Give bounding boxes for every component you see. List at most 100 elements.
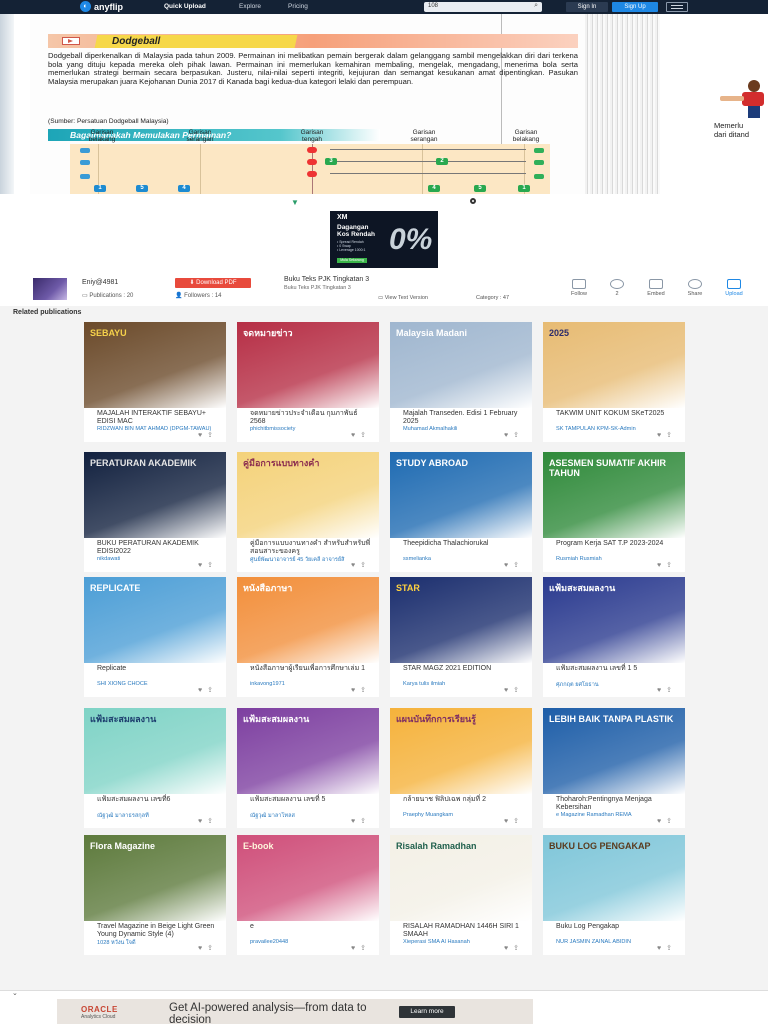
share-icon[interactable]: ⇪ bbox=[513, 818, 524, 825]
search-input[interactable]: 108 ⌕ bbox=[424, 2, 542, 12]
sign-in-button[interactable]: Sign In bbox=[566, 2, 608, 12]
like-icon[interactable]: ♥ bbox=[657, 945, 666, 952]
download-pdf-button[interactable]: ⬇ Download PDF bbox=[175, 278, 251, 288]
publication-card[interactable]: SEBAYU MAJALAH INTERAKTIF SEBAYU+ EDISI M… bbox=[84, 322, 226, 442]
publication-card[interactable]: BUKU LOG PENGAKAP Buku Log Pengakap NUR JA… bbox=[543, 835, 685, 955]
publication-card[interactable]: ASESMEN SUMATIF AKHIR TAHUN Program Kerja… bbox=[543, 452, 685, 572]
publication-cover[interactable]: แฟ้มสะสมผลงาน bbox=[84, 708, 226, 794]
publication-cover[interactable]: LEBIH BAIK TANPA PLASTIK bbox=[543, 708, 685, 794]
like-icon[interactable]: ♥ bbox=[504, 432, 513, 439]
publication-card[interactable]: Risalah Ramadhan RISALAH RAMADHAN 1446H S… bbox=[390, 835, 532, 955]
publication-cover[interactable]: Risalah Ramadhan bbox=[390, 835, 532, 921]
publication-title[interactable]: STAR MAGZ 2021 EDITION bbox=[403, 665, 525, 673]
publication-title[interactable]: Theepidicha Thalachiorukal bbox=[403, 540, 525, 548]
share-icon[interactable]: ⇪ bbox=[207, 432, 218, 439]
search-icon[interactable]: ⌕ bbox=[534, 2, 538, 10]
publication-card[interactable]: แฟ้มสะสมผลงาน แฟ้มสะสมผลงาน เลขที่ 1 5 ศุภ… bbox=[543, 577, 685, 697]
share-icon[interactable]: ⇪ bbox=[207, 945, 218, 952]
publication-card[interactable]: หนังสือภาษา หนังสือภาษาผู้เรียนเพื่อการศึ… bbox=[237, 577, 379, 697]
share-icon[interactable]: ⇪ bbox=[666, 432, 677, 439]
like-icon[interactable]: ♥ bbox=[657, 562, 666, 569]
ad-cta-button[interactable]: Mula Sekarang bbox=[337, 258, 367, 263]
publication-cover[interactable]: PERATURAN AKADEMIK bbox=[84, 452, 226, 538]
publication-title[interactable]: Program Kerja SAT T.P 2023-2024 bbox=[556, 540, 678, 548]
chevron-down-icon[interactable]: ⌄ bbox=[12, 989, 18, 997]
publication-cover[interactable]: STUDY ABROAD bbox=[390, 452, 532, 538]
publication-cover[interactable]: STAR bbox=[390, 577, 532, 663]
ad-learn-more-button[interactable]: Learn more bbox=[399, 1006, 455, 1018]
publication-cover[interactable]: Flora Magazine bbox=[84, 835, 226, 921]
flipbook-viewer[interactable]: Dodgeball Dodgeball diperkenalkan di Mal… bbox=[0, 14, 768, 194]
share-icon[interactable]: ⇪ bbox=[207, 687, 218, 694]
like-icon[interactable]: ♥ bbox=[351, 562, 360, 569]
publication-card[interactable]: แผนบันทึกการเรียนรู้ กล้ายนาช ฟิลิปเฉพ กล… bbox=[390, 708, 532, 828]
publication-title[interactable]: แฟ้มสะสมผลงาน เลขที่ 1 5 bbox=[556, 665, 678, 673]
author-name[interactable]: Eniy@4981 bbox=[82, 279, 118, 286]
publication-title[interactable]: Replicate bbox=[97, 665, 219, 673]
publication-title[interactable]: e bbox=[250, 923, 372, 931]
share-icon[interactable]: ⇪ bbox=[207, 818, 218, 825]
like-icon[interactable]: ♥ bbox=[351, 945, 360, 952]
embed-button[interactable]: Embed bbox=[640, 279, 672, 297]
like-icon[interactable]: ♥ bbox=[198, 432, 207, 439]
hamburger-menu-icon[interactable] bbox=[666, 2, 688, 12]
nav-explore[interactable]: Explore bbox=[239, 3, 261, 10]
share-icon[interactable]: ⇪ bbox=[360, 562, 371, 569]
like-icon[interactable]: ♥ bbox=[657, 687, 666, 694]
share-button[interactable]: Share bbox=[679, 279, 711, 297]
view-text-version-link[interactable]: ▭ View Text Version bbox=[378, 295, 428, 301]
publication-cover[interactable]: แผนบันทึกการเรียนรู้ bbox=[390, 708, 532, 794]
publication-title[interactable]: แฟ้มสะสมผลงาน เลขที่6 bbox=[97, 796, 219, 804]
publication-card[interactable]: แฟ้มสะสมผลงาน แฟ้มสะสมผลงาน เลขที่ 5 ณัฐวุ… bbox=[237, 708, 379, 828]
author-thumbnail[interactable] bbox=[33, 278, 67, 300]
publication-cover[interactable]: SEBAYU bbox=[84, 322, 226, 408]
like-icon[interactable]: ♥ bbox=[504, 562, 513, 569]
publication-cover[interactable]: ASESMEN SUMATIF AKHIR TAHUN bbox=[543, 452, 685, 538]
share-icon[interactable]: ⇪ bbox=[360, 432, 371, 439]
publication-card[interactable]: LEBIH BAIK TANPA PLASTIK Thoharoh:Penting… bbox=[543, 708, 685, 828]
publication-cover[interactable]: E-book bbox=[237, 835, 379, 921]
share-icon[interactable]: ⇪ bbox=[513, 687, 524, 694]
publication-title[interactable]: Thoharoh:Pentingnya Menjaga Kebersihan bbox=[556, 796, 678, 811]
nav-quick-upload[interactable]: Quick Upload bbox=[164, 3, 206, 10]
upload-button[interactable]: Upload bbox=[718, 279, 750, 297]
publication-card[interactable]: Malaysia Madani Majalah Transeden. Edisi … bbox=[390, 322, 532, 442]
like-button[interactable]: 2 bbox=[601, 279, 633, 297]
bottom-advertisement[interactable]: ORACLE Analytics Cloud Get AI-powered an… bbox=[57, 999, 533, 1026]
like-icon[interactable]: ♥ bbox=[198, 945, 207, 952]
like-icon[interactable]: ♥ bbox=[198, 562, 207, 569]
publication-card[interactable]: Flora Magazine Travel Magazine in Beige L… bbox=[84, 835, 226, 955]
share-icon[interactable]: ⇪ bbox=[360, 687, 371, 694]
like-icon[interactable]: ♥ bbox=[504, 687, 513, 694]
publication-card[interactable]: E-book e pravailee20448 ♥⇪ bbox=[237, 835, 379, 955]
like-icon[interactable]: ♥ bbox=[657, 818, 666, 825]
share-icon[interactable]: ⇪ bbox=[513, 562, 524, 569]
publication-title[interactable]: แฟ้มสะสมผลงาน เลขที่ 5 bbox=[250, 796, 372, 804]
publication-card[interactable]: คู่มือการแบบทางคำ คู่มือการแบบงานทางคำ สำ… bbox=[237, 452, 379, 572]
share-icon[interactable]: ⇪ bbox=[360, 818, 371, 825]
publications-count[interactable]: ▭ Publications : 20 bbox=[82, 292, 133, 299]
fullscreen-toggle-icon[interactable]: ▼ bbox=[291, 198, 299, 207]
publication-card[interactable]: REPLICATE Replicate SHI XIONG CHOCE ♥⇪ bbox=[84, 577, 226, 697]
share-icon[interactable]: ⇪ bbox=[513, 945, 524, 952]
publication-title[interactable]: หนังสือภาษาผู้เรียนเพื่อการศึกษาเล่ม 1 bbox=[250, 665, 372, 673]
share-icon[interactable]: ⇪ bbox=[207, 562, 218, 569]
share-icon[interactable]: ⇪ bbox=[666, 945, 677, 952]
share-icon[interactable]: ⇪ bbox=[666, 562, 677, 569]
publication-card[interactable]: 2025 TAKWIM UNIT KOKUM SKeT2025 SK TAMPULA… bbox=[543, 322, 685, 442]
like-icon[interactable]: ♥ bbox=[351, 687, 360, 694]
like-icon[interactable]: ♥ bbox=[351, 432, 360, 439]
publication-title[interactable]: Travel Magazine in Beige Light Green You… bbox=[97, 923, 219, 938]
publication-title[interactable]: BUKU PERATURAN AKADEMIK EDISI2022 bbox=[97, 540, 219, 555]
publication-title[interactable]: Majalah Transeden. Edisi 1 February 2025 bbox=[403, 410, 525, 425]
publication-cover[interactable]: Malaysia Madani bbox=[390, 322, 532, 408]
publication-title[interactable]: TAKWIM UNIT KOKUM SKeT2025 bbox=[556, 410, 678, 418]
like-icon[interactable]: ♥ bbox=[198, 687, 207, 694]
publication-cover[interactable]: แฟ้มสะสมผลงาน bbox=[237, 708, 379, 794]
like-icon[interactable]: ♥ bbox=[351, 818, 360, 825]
like-icon[interactable]: ♥ bbox=[504, 945, 513, 952]
publication-cover[interactable]: REPLICATE bbox=[84, 577, 226, 663]
publication-cover[interactable]: BUKU LOG PENGAKAP bbox=[543, 835, 685, 921]
publication-card[interactable]: PERATURAN AKADEMIK BUKU PERATURAN AKADEMI… bbox=[84, 452, 226, 572]
anyflip-logo[interactable]: ◐ anyflip bbox=[80, 1, 123, 12]
